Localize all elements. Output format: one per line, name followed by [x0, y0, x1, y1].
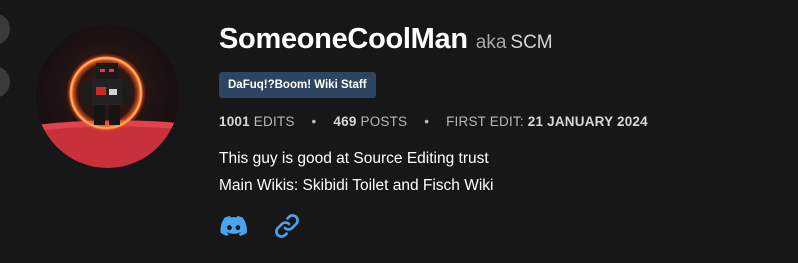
avatar: [36, 25, 179, 168]
side-button-top[interactable]: [0, 13, 10, 45]
stats-separator: •: [424, 114, 430, 129]
side-button-bottom[interactable]: [0, 66, 10, 98]
discord-icon: [220, 216, 247, 236]
profile-header: SomeoneCoolMan aka SCM DaFuq!?Boom! Wiki …: [0, 0, 798, 263]
name-row: SomeoneCoolMan aka SCM: [219, 18, 788, 60]
edits-label: EDITS: [253, 114, 295, 129]
aka-name: SCM: [510, 32, 553, 53]
website-link[interactable]: [273, 214, 301, 238]
user-stats: 1001 EDITS • 469 POSTS • FIRST EDIT: 21 …: [219, 113, 788, 131]
discord-link[interactable]: [219, 214, 247, 238]
link-icon: [275, 214, 299, 238]
posts-label[interactable]: POSTS: [360, 114, 407, 129]
profile-info: SomeoneCoolMan aka SCM DaFuq!?Boom! Wiki …: [219, 18, 788, 238]
bio-line: This guy is good at Source Editing trust: [219, 150, 489, 167]
social-links: [219, 214, 788, 238]
stats-separator: •: [311, 114, 317, 129]
aka-prefix: aka: [475, 32, 507, 53]
username: SomeoneCoolMan: [219, 23, 468, 55]
avatar-image: [36, 25, 179, 168]
edits-count: 1001: [219, 114, 250, 129]
first-edit-date: 21 JANUARY 2024: [527, 114, 648, 129]
aka-label: aka SCM: [476, 22, 553, 64]
posts-count[interactable]: 469: [333, 114, 356, 129]
user-bio: This guy is good at Source Editing trust…: [219, 145, 788, 199]
first-edit-label: FIRST EDIT:: [446, 114, 524, 129]
staff-badge: DaFuq!?Boom! Wiki Staff: [219, 72, 376, 98]
bio-line: Main Wikis: Skibidi Toilet and Fisch Wik…: [219, 177, 494, 194]
